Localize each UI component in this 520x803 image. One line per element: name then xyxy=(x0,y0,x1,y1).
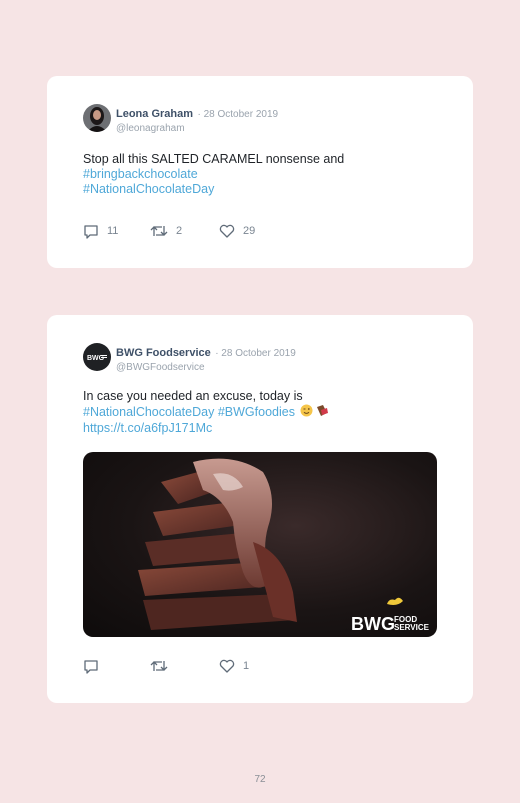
reply-button[interactable] xyxy=(83,658,99,674)
like-button[interactable]: 29 xyxy=(219,223,255,239)
tweet-text: In case you needed an excuse, today is #… xyxy=(83,389,329,436)
like-count: 29 xyxy=(243,225,256,237)
bwg-logo-main: BWG xyxy=(351,614,395,634)
hashtag-link[interactable]: #NationalChocolateDay xyxy=(83,182,344,197)
heart-icon xyxy=(219,224,235,238)
author-name[interactable]: BWG Foodservice xyxy=(116,347,211,359)
reply-count: 11 xyxy=(107,225,119,237)
heart-icon xyxy=(219,659,235,673)
bwg-logo-service: SERVICE xyxy=(394,623,430,632)
hashtag-link[interactable]: #bringbackchocolate xyxy=(83,167,344,182)
chocolate-bar-icon xyxy=(315,404,329,421)
tweet-text: Stop all this SALTED CARAMEL nonsense an… xyxy=(83,152,344,197)
avatar-logo-text: BWG xyxy=(87,355,105,362)
retweet-icon xyxy=(150,661,168,671)
retweet-button[interactable]: 2 xyxy=(150,223,182,239)
reply-icon xyxy=(84,224,98,239)
like-count: 1 xyxy=(243,660,250,672)
tweet-text-line: In case you needed an excuse, today is xyxy=(83,389,303,403)
page-number: 72 xyxy=(254,774,266,785)
retweet-icon xyxy=(150,226,168,236)
tweet-url-link[interactable]: https://t.co/a6fpJ171Mc xyxy=(83,421,329,436)
tweet-card: BWG BWG Foodservice · 28 October 2019 @B… xyxy=(47,315,473,703)
chocolate-photo: BWG FOOD SERVICE xyxy=(138,458,430,634)
retweet-count: 2 xyxy=(176,225,183,237)
bwg-logo: BWG FOOD SERVICE xyxy=(351,597,430,634)
tweet-date[interactable]: · 28 October 2019 xyxy=(197,109,278,120)
hashtag-link[interactable]: #BWGfoodies xyxy=(218,405,295,419)
tweet-date[interactable]: · 28 October 2019 xyxy=(215,348,296,359)
tweet-card: Leona Graham · 28 October 2019 @leonagra… xyxy=(47,76,473,268)
tweet-image[interactable]: BWG FOOD SERVICE xyxy=(83,452,437,637)
avatar[interactable] xyxy=(83,104,111,132)
author-handle[interactable]: @leonagraham xyxy=(116,123,278,134)
author-handle[interactable]: @BWGFoodservice xyxy=(116,362,296,373)
hashtag-link[interactable]: #NationalChocolateDay xyxy=(83,405,214,419)
retweet-button[interactable] xyxy=(150,658,168,674)
author-name[interactable]: Leona Graham xyxy=(116,108,193,120)
winking-face-icon xyxy=(300,404,313,421)
tweet-text-line: Stop all this SALTED CARAMEL nonsense an… xyxy=(83,152,345,166)
avatar[interactable]: BWG xyxy=(83,343,111,371)
reply-icon xyxy=(84,659,98,674)
like-button[interactable]: 1 xyxy=(219,658,249,674)
reply-button[interactable]: 11 xyxy=(83,223,118,239)
